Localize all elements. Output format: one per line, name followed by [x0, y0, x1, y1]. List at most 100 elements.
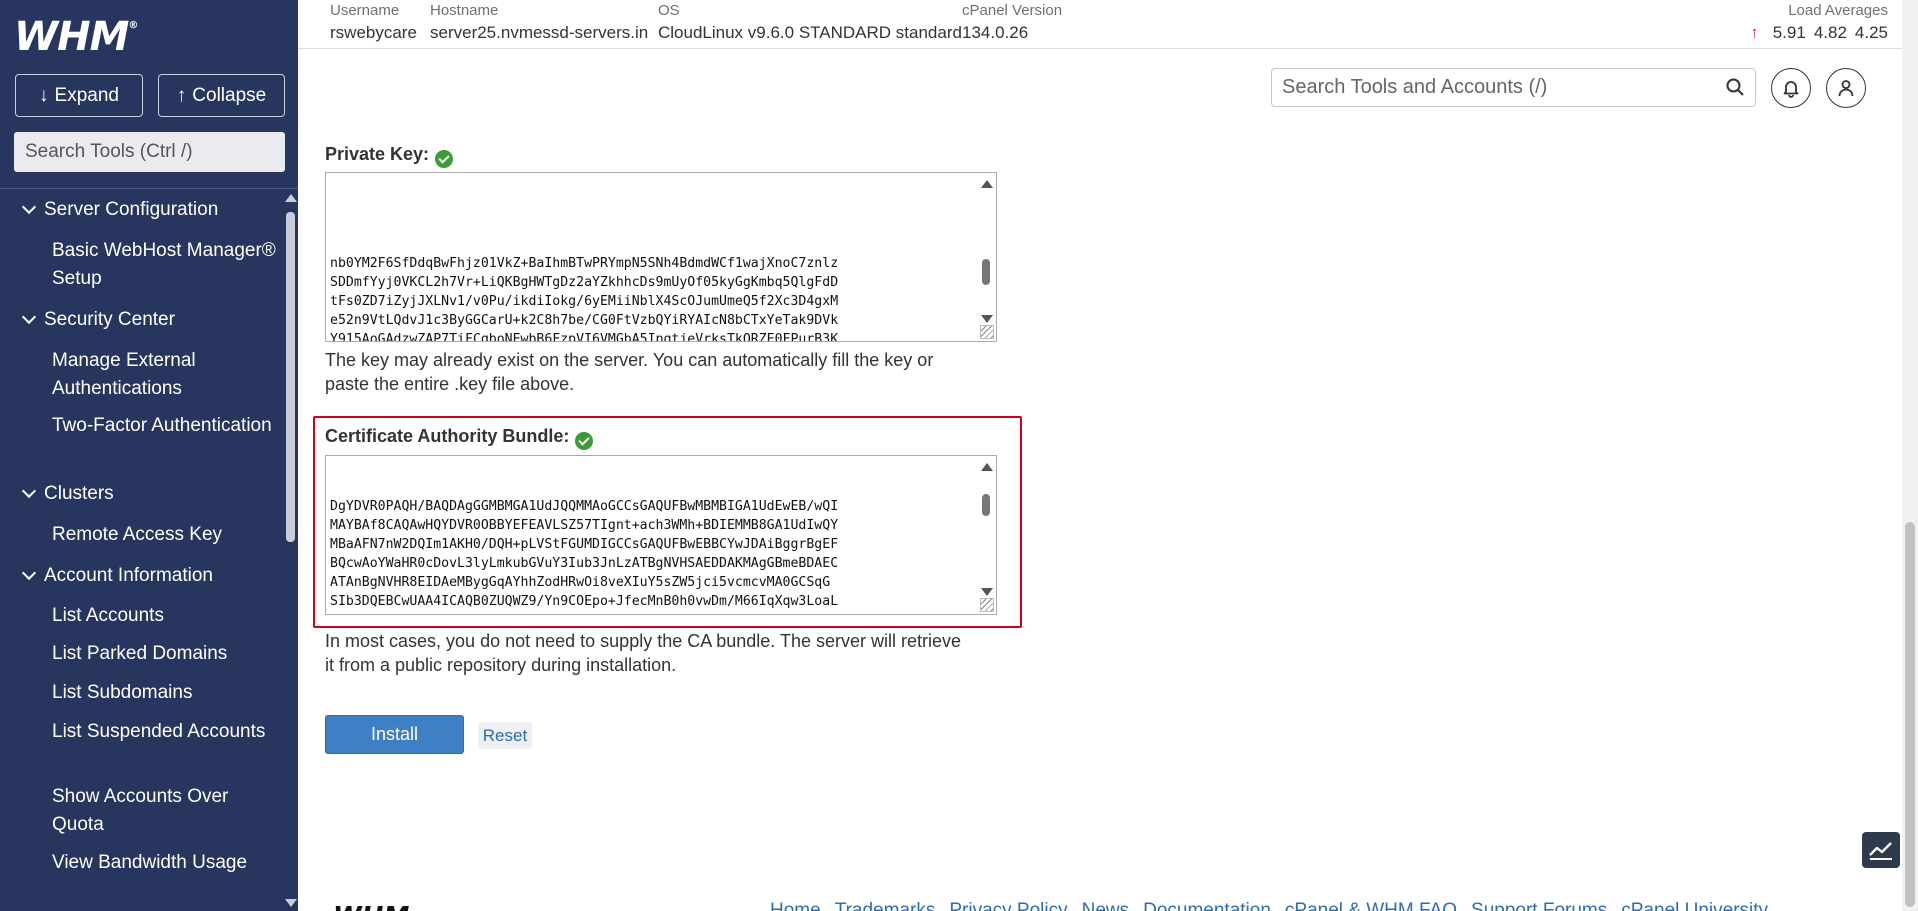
chevron-down-icon — [21, 565, 37, 581]
analytics-button[interactable] — [1862, 832, 1900, 868]
footer-link-home[interactable]: Home — [770, 900, 821, 911]
footer-whm-logo[interactable]: WHM — [333, 902, 409, 911]
scroll-thumb[interactable] — [982, 259, 990, 285]
footer-link-documentation[interactable]: Documentation — [1143, 900, 1271, 911]
sidebar-nav: Server Configuration Basic WebHost Manag… — [0, 190, 282, 911]
nav-link-remote-access-key[interactable]: Remote Access Key — [52, 521, 277, 549]
footer-link-trademarks[interactable]: Trademarks — [835, 900, 936, 911]
search-icon[interactable] — [1726, 78, 1744, 96]
nav-section-label: Account Information — [44, 565, 213, 586]
main-content: Private Key: nb0YM2F6SfDdqBwFhjz01VkZ+Ba… — [298, 110, 1902, 911]
load-5min: 4.82 — [1813, 23, 1847, 42]
nav-link-view-bandwidth-usage[interactable]: View Bandwidth Usage — [52, 849, 277, 877]
footer-link-news[interactable]: News — [1082, 900, 1130, 911]
info-label: Username — [330, 2, 400, 19]
resize-grip-icon[interactable] — [980, 325, 994, 339]
collapse-label: Collapse — [192, 84, 267, 106]
load-trend-up-icon: ↑ — [1750, 23, 1759, 42]
arrow-up-icon: ↑ — [176, 84, 187, 106]
ca-bundle-text: DgYDVR0PAQH/BAQDAgGGMBMGA1UdJQQMMAoGCCsG… — [330, 499, 839, 614]
install-button[interactable]: Install — [325, 715, 464, 754]
private-key-scrollbar[interactable] — [978, 175, 994, 323]
nav-link-list-subdomains[interactable]: List Subdomains — [52, 679, 277, 707]
sidebar-scroll-thumb[interactable] — [286, 212, 295, 542]
ca-bundle-textarea[interactable]: DgYDVR0PAQH/BAQDAgGGMBMGA1UdJQQMMAoGCCsG… — [325, 455, 997, 615]
nav-section-label: Server Configuration — [44, 199, 219, 220]
nav-link-list-suspended-accounts[interactable]: List Suspended Accounts — [52, 718, 277, 746]
user-account-button[interactable] — [1826, 68, 1866, 108]
sidebar: WHM® ↓ Expand ↑ Collapse Server Configur… — [0, 0, 298, 911]
footer-link-faq[interactable]: cPanel & WHM FAQ — [1285, 900, 1457, 911]
info-os: OS CloudLinux v9.6.0 STANDARD standard — [658, 2, 962, 43]
nav-section-label: Clusters — [44, 483, 114, 504]
private-key-label: Private Key: — [325, 144, 454, 168]
sidebar-scrollbar[interactable] — [282, 190, 298, 911]
trend-chart-icon — [1869, 842, 1892, 860]
nav-link-two-factor-authentication[interactable]: Two-Factor Authentication — [52, 412, 277, 440]
check-icon — [435, 149, 454, 168]
nav-section-clusters[interactable]: Clusters — [21, 480, 114, 508]
load-15min: 4.25 — [1854, 23, 1888, 42]
nav-section-account-information[interactable]: Account Information — [21, 562, 213, 590]
private-key-text: nb0YM2F6SfDdqBwFhjz01VkZ+BaIhmBTwPRYmpN5… — [330, 256, 839, 342]
expand-button[interactable]: ↓ Expand — [15, 74, 143, 117]
private-key-help: The key may already exist on the server.… — [325, 350, 934, 394]
sidebar-divider — [0, 188, 298, 189]
info-label: cPanel Version — [962, 2, 1063, 19]
scroll-up-icon[interactable] — [981, 180, 993, 188]
ca-bundle-help: In most cases, you do not need to supply… — [325, 631, 962, 675]
footer-link-privacy-policy[interactable]: Privacy Policy — [949, 900, 1067, 911]
nav-link-basic-webhost-manager-setup[interactable]: Basic WebHost Manager® Setup — [52, 237, 277, 293]
nav-section-security-center[interactable]: Security Center — [21, 306, 175, 334]
resize-grip-icon[interactable] — [980, 598, 994, 612]
collapse-button[interactable]: ↑ Collapse — [158, 74, 285, 117]
whm-logo[interactable]: WHM® — [14, 14, 138, 60]
scroll-down-icon[interactable] — [981, 588, 993, 596]
nav-section-label: Security Center — [44, 309, 175, 330]
nav-link-list-accounts[interactable]: List Accounts — [52, 602, 277, 630]
chevron-down-icon — [21, 199, 37, 215]
expand-label: Expand — [54, 84, 119, 106]
info-value: CloudLinux v9.6.0 STANDARD standard — [658, 23, 962, 42]
arrow-down-icon: ↓ — [39, 84, 49, 106]
private-key-label-text: Private Key: — [325, 144, 430, 164]
ca-bundle-scrollbar[interactable] — [978, 458, 994, 596]
reset-button[interactable]: Reset — [478, 722, 532, 749]
info-username: Username rswebycare — [330, 2, 417, 43]
info-cpanel-version: cPanel Version 134.0.26 — [962, 2, 1062, 43]
scroll-up-icon[interactable] — [981, 463, 993, 471]
footer-link-cpanel-university[interactable]: cPanel University — [1621, 900, 1768, 911]
info-label: OS — [658, 2, 680, 19]
footer-links: Home Trademarks Privacy Policy News Docu… — [770, 900, 1768, 911]
info-value: server25.nvmessd-servers.in — [430, 23, 649, 42]
notifications-button[interactable] — [1771, 68, 1811, 108]
scroll-down-icon[interactable] — [981, 315, 993, 323]
chevron-down-icon — [21, 483, 37, 499]
info-label: Load Averages — [1788, 2, 1888, 19]
whm-logo-text: WHM — [14, 14, 129, 60]
private-key-textarea[interactable]: nb0YM2F6SfDdqBwFhjz01VkZ+BaIhmBTwPRYmpN5… — [325, 172, 997, 342]
nav-link-list-parked-domains[interactable]: List Parked Domains — [52, 640, 277, 668]
page-scroll-thumb[interactable] — [1905, 522, 1915, 907]
ca-bundle-label-text: Certificate Authority Bundle: — [325, 426, 570, 446]
page-scrollbar[interactable] — [1902, 0, 1918, 911]
scroll-down-icon[interactable] — [285, 899, 297, 907]
nav-section-server-configuration[interactable]: Server Configuration — [21, 196, 219, 224]
info-hostname: Hostname server25.nvmessd-servers.in — [430, 2, 648, 43]
nav-link-manage-external-authentications[interactable]: Manage External Authentications — [52, 347, 277, 403]
whm-app: WHM® ↓ Expand ↑ Collapse Server Configur… — [0, 0, 1918, 911]
scroll-up-icon[interactable] — [285, 194, 297, 202]
info-value: rswebycare — [330, 23, 417, 42]
info-value: 134.0.26 — [962, 23, 1029, 42]
nav-link-show-accounts-over-quota[interactable]: Show Accounts Over Quota — [52, 783, 277, 839]
check-icon — [575, 431, 594, 450]
ca-bundle-label: Certificate Authority Bundle: — [325, 426, 594, 450]
footer-link-support-forums[interactable]: Support Forums — [1471, 900, 1607, 911]
info-load-averages: Load Averages ↑ 5.91 4.82 4.25 — [1750, 2, 1888, 43]
load-1min: 5.91 — [1772, 23, 1806, 42]
sidebar-search-input[interactable] — [14, 132, 285, 172]
user-icon — [1838, 80, 1854, 97]
search-tools-accounts-input[interactable] — [1271, 68, 1756, 107]
server-info-bar: Username rswebycare Hostname server25.nv… — [298, 0, 1902, 49]
scroll-thumb[interactable] — [982, 494, 990, 516]
